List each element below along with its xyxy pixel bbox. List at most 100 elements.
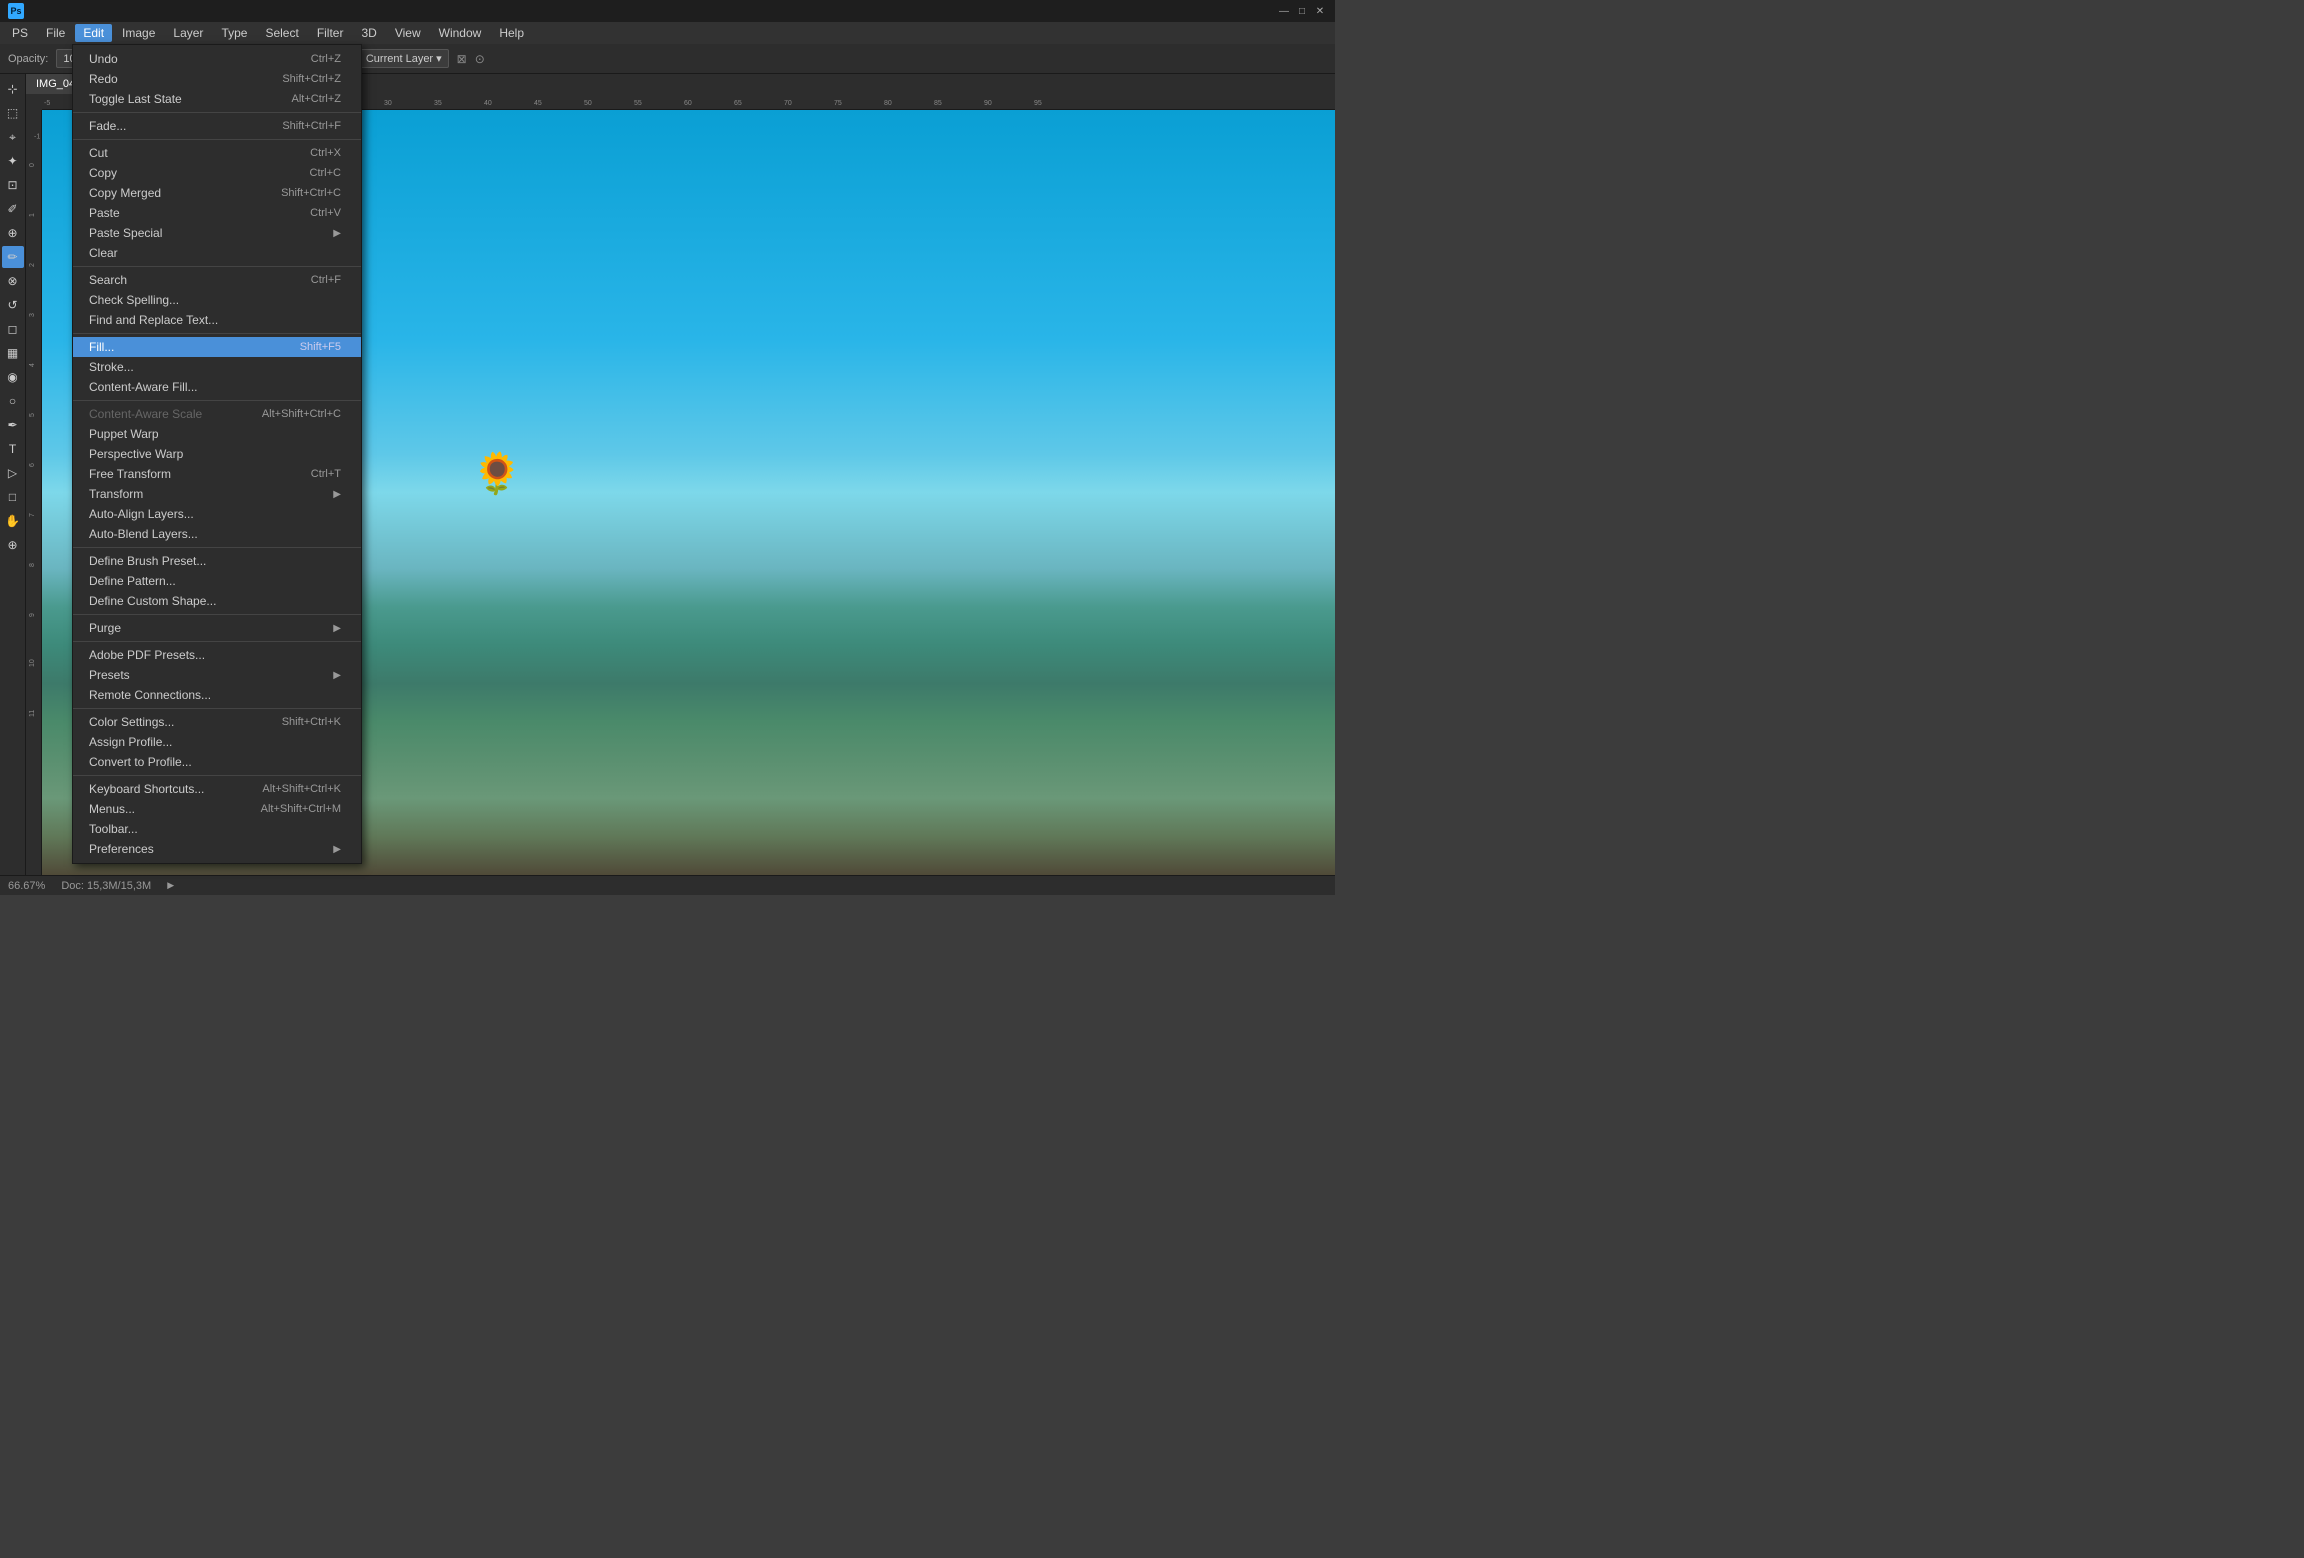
svg-text:45: 45 bbox=[534, 100, 542, 107]
edit-menu-item-define-custom-shape---[interactable]: Define Custom Shape... bbox=[73, 591, 361, 611]
menu-file[interactable]: File bbox=[38, 24, 73, 42]
svg-text:6: 6 bbox=[29, 463, 36, 467]
eraser-tool[interactable]: ◻ bbox=[2, 318, 24, 340]
menu-type[interactable]: Type bbox=[213, 24, 255, 42]
menu-separator bbox=[73, 333, 361, 334]
edit-menu-item-copy-merged[interactable]: Copy MergedShift+Ctrl+C bbox=[73, 183, 361, 203]
shape-tool[interactable]: □ bbox=[2, 486, 24, 508]
edit-menu-item-transform[interactable]: Transform▶ bbox=[73, 484, 361, 504]
edit-menu-item-paste-special[interactable]: Paste Special▶ bbox=[73, 223, 361, 243]
menu-item-shortcut: Ctrl+Z bbox=[311, 53, 341, 65]
edit-menu-item-assign-profile---[interactable]: Assign Profile... bbox=[73, 732, 361, 752]
menu-item-shortcut: Ctrl+C bbox=[310, 167, 341, 179]
edit-menu-item-convert-to-profile---[interactable]: Convert to Profile... bbox=[73, 752, 361, 772]
menu-image[interactable]: Image bbox=[114, 24, 163, 42]
zoom-tool[interactable]: ⊕ bbox=[2, 534, 24, 556]
edit-menu-item-define-pattern---[interactable]: Define Pattern... bbox=[73, 571, 361, 591]
dodge-tool[interactable]: ○ bbox=[2, 390, 24, 412]
menu-edit[interactable]: Edit bbox=[75, 24, 112, 42]
edit-menu-item-color-settings---[interactable]: Color Settings...Shift+Ctrl+K bbox=[73, 712, 361, 732]
menu-item-label: Color Settings... bbox=[89, 715, 174, 729]
menu-filter[interactable]: Filter bbox=[309, 24, 352, 42]
menu-item-label: Auto-Blend Layers... bbox=[89, 527, 198, 541]
history-brush-tool[interactable]: ↺ bbox=[2, 294, 24, 316]
lasso-tool[interactable]: ⌖ bbox=[2, 126, 24, 148]
edit-menu-item-undo[interactable]: Undo Ctrl+Z bbox=[73, 49, 361, 69]
edit-menu-item-remote-connections---[interactable]: Remote Connections... bbox=[73, 685, 361, 705]
menu-select[interactable]: Select bbox=[257, 24, 306, 42]
submenu-arrow-icon: ▶ bbox=[333, 844, 341, 855]
move-tool[interactable]: ⊹ bbox=[2, 78, 24, 100]
menu-item-label: Undo bbox=[89, 52, 118, 66]
edit-menu-item-auto-blend-layers---[interactable]: Auto-Blend Layers... bbox=[73, 524, 361, 544]
edit-menu-item-content-aware-fill---[interactable]: Content-Aware Fill... bbox=[73, 377, 361, 397]
edit-menu-item-check-spelling---[interactable]: Check Spelling... bbox=[73, 290, 361, 310]
edit-menu-item-purge[interactable]: Purge▶ bbox=[73, 618, 361, 638]
menu-item-label: Menus... bbox=[89, 802, 135, 816]
brush-tool[interactable]: ✏ bbox=[2, 246, 24, 268]
menu-item-label: Fade... bbox=[89, 119, 126, 133]
menu-ps[interactable]: PS bbox=[4, 24, 36, 42]
menu-item-label: Stroke... bbox=[89, 360, 134, 374]
svg-text:80: 80 bbox=[884, 100, 892, 107]
menu-item-label: Transform bbox=[89, 487, 143, 501]
edit-menu-item-paste[interactable]: PasteCtrl+V bbox=[73, 203, 361, 223]
pen-tool[interactable]: ✒ bbox=[2, 414, 24, 436]
menu-view[interactable]: View bbox=[387, 24, 429, 42]
edit-menu-item-toggle-last-state[interactable]: Toggle Last StateAlt+Ctrl+Z bbox=[73, 89, 361, 109]
blur-tool[interactable]: ◉ bbox=[2, 366, 24, 388]
eyedropper-tool[interactable]: ✐ bbox=[2, 198, 24, 220]
menu-item-shortcut: Alt+Shift+Ctrl+K bbox=[262, 783, 341, 795]
edit-menu-item-search[interactable]: SearchCtrl+F bbox=[73, 270, 361, 290]
sample-dropdown[interactable]: Current Layer ▾ bbox=[359, 49, 449, 68]
svg-text:10: 10 bbox=[29, 659, 36, 667]
edit-menu-item-define-brush-preset---[interactable]: Define Brush Preset... bbox=[73, 551, 361, 571]
edit-menu-item-clear[interactable]: Clear bbox=[73, 243, 361, 263]
edit-menu-item-cut[interactable]: CutCtrl+X bbox=[73, 143, 361, 163]
clone-stamp-tool[interactable]: ⊗ bbox=[2, 270, 24, 292]
marquee-tool[interactable]: ⬚ bbox=[2, 102, 24, 124]
menu-item-label: Preferences bbox=[89, 842, 154, 856]
maximize-button[interactable]: □ bbox=[1295, 4, 1309, 18]
edit-menu-item-adobe-pdf-presets---[interactable]: Adobe PDF Presets... bbox=[73, 645, 361, 665]
menu-separator bbox=[73, 547, 361, 548]
title-bar: Ps — □ ✕ bbox=[0, 0, 1335, 22]
path-selection-tool[interactable]: ▷ bbox=[2, 462, 24, 484]
type-tool[interactable]: T bbox=[2, 438, 24, 460]
sample-icon: ⊠ bbox=[457, 52, 467, 66]
sample-chevron-icon: ▾ bbox=[436, 52, 442, 65]
close-button[interactable]: ✕ bbox=[1313, 4, 1327, 18]
edit-menu-item-preferences[interactable]: Preferences ▶ bbox=[73, 839, 361, 859]
opacity-label: Opacity: bbox=[8, 53, 48, 65]
gradient-tool[interactable]: ▦ bbox=[2, 342, 24, 364]
edit-menu-item-auto-align-layers---[interactable]: Auto-Align Layers... bbox=[73, 504, 361, 524]
menu-item-shortcut: Shift+Ctrl+C bbox=[281, 187, 341, 199]
edit-menu-item-redo[interactable]: RedoShift+Ctrl+Z bbox=[73, 69, 361, 89]
hand-tool[interactable]: ✋ bbox=[2, 510, 24, 532]
edit-menu-item-fill---[interactable]: Fill...Shift+F5 bbox=[73, 337, 361, 357]
healing-tool[interactable]: ⊕ bbox=[2, 222, 24, 244]
menu-item-label: Clear bbox=[89, 246, 118, 260]
menu-layer[interactable]: Layer bbox=[165, 24, 211, 42]
menu-item-label: Keyboard Shortcuts... bbox=[89, 782, 204, 796]
menu-item-shortcut: Shift+Ctrl+F bbox=[282, 120, 341, 132]
crop-tool[interactable]: ⊡ bbox=[2, 174, 24, 196]
minimize-button[interactable]: — bbox=[1277, 4, 1291, 18]
edit-menu-item-stroke---[interactable]: Stroke... bbox=[73, 357, 361, 377]
menu-window[interactable]: Window bbox=[431, 24, 490, 42]
magic-wand-tool[interactable]: ✦ bbox=[2, 150, 24, 172]
edit-menu-item-fade---[interactable]: Fade... Shift+Ctrl+F bbox=[73, 116, 361, 136]
edit-menu-item-toolbar---[interactable]: Toolbar... bbox=[73, 819, 361, 839]
edit-menu-item-presets[interactable]: Presets▶ bbox=[73, 665, 361, 685]
edit-menu-item-copy[interactable]: CopyCtrl+C bbox=[73, 163, 361, 183]
edit-menu-item-keyboard-shortcuts---[interactable]: Keyboard Shortcuts... Alt+Shift+Ctrl+K bbox=[73, 779, 361, 799]
menu-separator bbox=[73, 400, 361, 401]
edit-menu-item-find-and-replace-text---[interactable]: Find and Replace Text... bbox=[73, 310, 361, 330]
svg-text:35: 35 bbox=[434, 100, 442, 107]
edit-menu-item-perspective-warp[interactable]: Perspective Warp bbox=[73, 444, 361, 464]
edit-menu-item-puppet-warp[interactable]: Puppet Warp bbox=[73, 424, 361, 444]
menu-help[interactable]: Help bbox=[491, 24, 532, 42]
edit-menu-item-free-transform[interactable]: Free TransformCtrl+T bbox=[73, 464, 361, 484]
edit-menu-item-menus---[interactable]: Menus...Alt+Shift+Ctrl+M bbox=[73, 799, 361, 819]
menu-3d[interactable]: 3D bbox=[353, 24, 384, 42]
